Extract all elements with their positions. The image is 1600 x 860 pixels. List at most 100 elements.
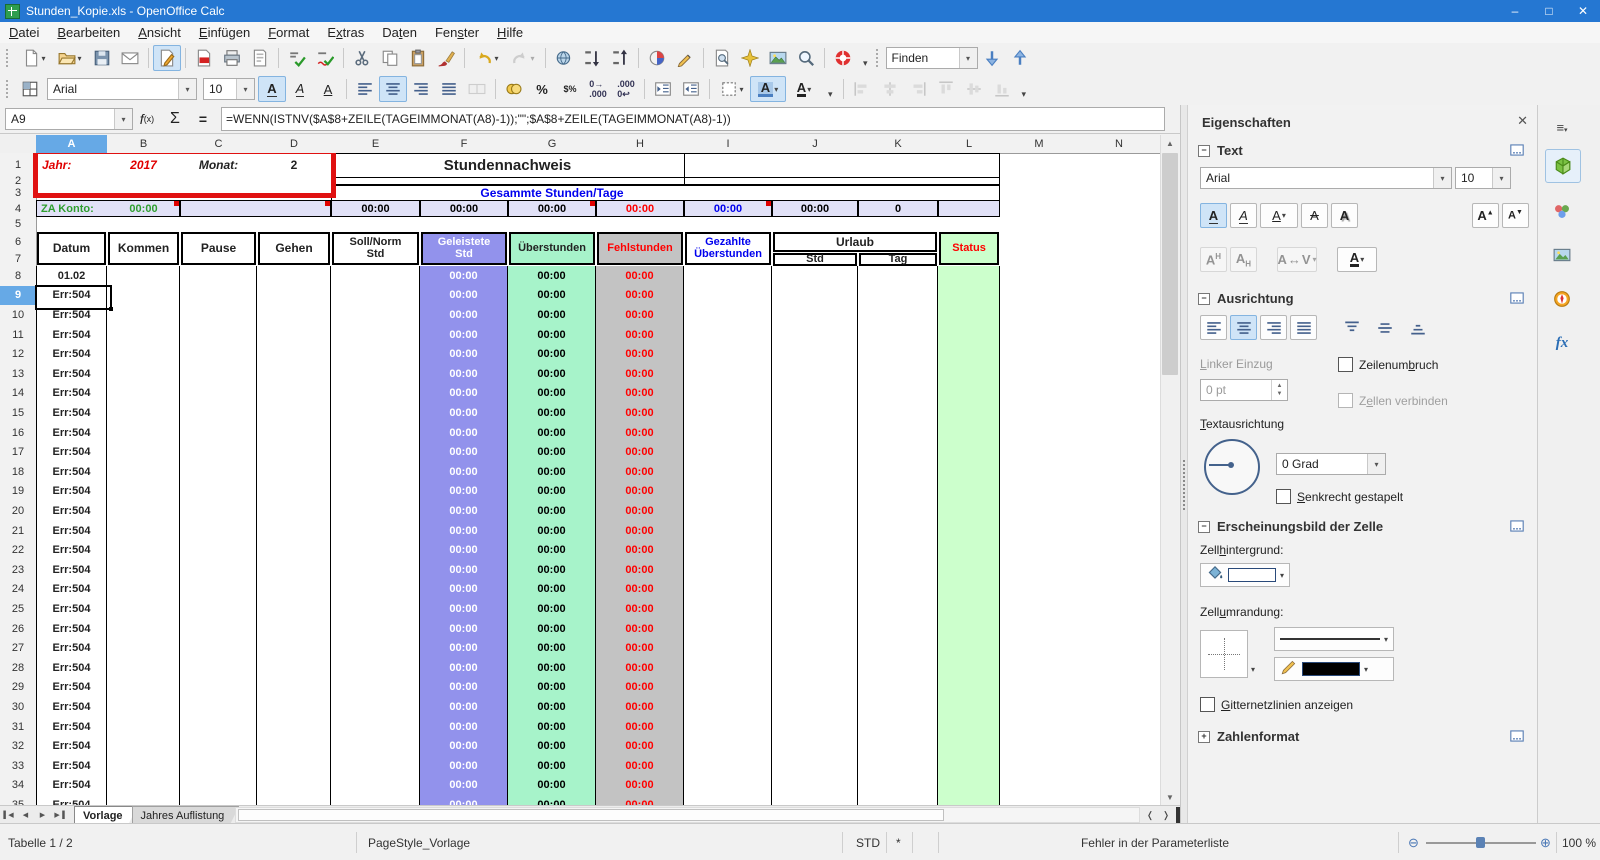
cell-L26[interactable] bbox=[938, 618, 1000, 640]
cell-H31[interactable]: 00:00 bbox=[596, 716, 684, 738]
cell-K12[interactable] bbox=[858, 344, 938, 365]
cell-H23[interactable]: 00:00 bbox=[596, 560, 684, 581]
cell-F20[interactable]: 00:00 bbox=[420, 501, 508, 522]
degrees-dropdown-icon[interactable]: ▾ bbox=[1367, 454, 1385, 474]
cell-K30[interactable] bbox=[858, 697, 938, 718]
cell-K19[interactable] bbox=[858, 481, 938, 503]
cell-H18[interactable]: 00:00 bbox=[596, 462, 684, 483]
cell-E19[interactable] bbox=[331, 481, 420, 503]
open-dropdown-icon[interactable]: ▾ bbox=[77, 54, 81, 63]
cell-J8[interactable] bbox=[772, 266, 858, 287]
background-color-button[interactable]: A ▾ bbox=[750, 76, 786, 102]
summary-cell-G[interactable]: 00:00 bbox=[508, 200, 596, 217]
cell-G25[interactable]: 00:00 bbox=[508, 599, 596, 620]
menu-format[interactable]: Format bbox=[259, 23, 318, 42]
cell-L17[interactable] bbox=[938, 442, 1000, 463]
cell-H32[interactable]: 00:00 bbox=[596, 736, 684, 757]
cell-D11[interactable] bbox=[257, 324, 331, 346]
scroll-right-icon[interactable]: ❭ bbox=[1158, 807, 1174, 823]
cell-E31[interactable] bbox=[331, 716, 420, 738]
cell-G12[interactable]: 00:00 bbox=[508, 344, 596, 365]
menu-datei[interactable]: Datei bbox=[0, 23, 48, 42]
shadow-button[interactable]: A bbox=[1331, 203, 1358, 228]
cell-B26[interactable] bbox=[107, 618, 180, 640]
cell-E29[interactable] bbox=[331, 677, 420, 699]
cell-A29[interactable]: Err:504 bbox=[36, 677, 107, 699]
cell-I34[interactable] bbox=[684, 775, 772, 797]
row-header-31[interactable]: 31 bbox=[0, 716, 37, 738]
borders-dropdown-icon[interactable]: ▾ bbox=[739, 85, 743, 94]
cell-D32[interactable] bbox=[257, 736, 331, 757]
row-header-7[interactable]: 7 bbox=[0, 252, 37, 267]
cell-A13[interactable]: Err:504 bbox=[36, 364, 107, 385]
cell-C10[interactable] bbox=[180, 305, 257, 326]
cell-E15[interactable] bbox=[331, 403, 420, 424]
cell-H30[interactable]: 00:00 bbox=[596, 697, 684, 718]
cell-C16[interactable] bbox=[180, 422, 257, 444]
maximize-button[interactable]: □ bbox=[1532, 0, 1566, 22]
border-line-style-button[interactable]: ▾ bbox=[1274, 627, 1395, 651]
close-button[interactable]: ✕ bbox=[1566, 0, 1600, 22]
collapse-icon[interactable]: − bbox=[1198, 292, 1210, 305]
header-gehen[interactable]: Gehen bbox=[258, 232, 330, 265]
cell-L10[interactable] bbox=[938, 305, 1000, 326]
alignment-dialog-launcher-icon[interactable] bbox=[1508, 289, 1526, 312]
hyperlink-button[interactable] bbox=[550, 45, 578, 71]
find-toolbar-handle[interactable] bbox=[875, 49, 881, 67]
cell-J19[interactable] bbox=[772, 481, 858, 503]
combo-dropdown-icon[interactable]: ▾ bbox=[236, 79, 254, 99]
column-header-M[interactable]: M bbox=[1000, 135, 1079, 154]
cell-G29[interactable]: 00:00 bbox=[508, 677, 596, 699]
align-left-button[interactable] bbox=[351, 76, 379, 102]
cell-B11[interactable] bbox=[107, 324, 180, 346]
header-datum[interactable]: Datum bbox=[37, 232, 106, 265]
stacked-checkbox[interactable]: Senkrecht gestapelt bbox=[1276, 489, 1403, 504]
cell-L29[interactable] bbox=[938, 677, 1000, 699]
cell-D16[interactable] bbox=[257, 422, 331, 444]
cell-C12[interactable] bbox=[180, 344, 257, 365]
row-header-18[interactable]: 18 bbox=[0, 462, 37, 483]
column-header-D[interactable]: D bbox=[257, 135, 332, 154]
row-header-12[interactable]: 12 bbox=[0, 344, 37, 365]
cell-D24[interactable] bbox=[257, 579, 331, 601]
cell-I11[interactable] bbox=[684, 324, 772, 346]
bold-button[interactable]: A bbox=[1200, 203, 1227, 228]
cell-E35[interactable] bbox=[331, 795, 420, 805]
cell-A25[interactable]: Err:504 bbox=[36, 599, 107, 620]
cell-F16[interactable]: 00:00 bbox=[420, 422, 508, 444]
valign-bottom-button[interactable] bbox=[1404, 315, 1431, 340]
cell-E34[interactable] bbox=[331, 775, 420, 797]
format-paintbrush-button[interactable] bbox=[432, 45, 460, 71]
row-header-16[interactable]: 16 bbox=[0, 422, 37, 444]
cell-B18[interactable] bbox=[107, 462, 180, 483]
cell-E16[interactable] bbox=[331, 422, 420, 444]
cell-C18[interactable] bbox=[180, 462, 257, 483]
selection-mode[interactable]: STD bbox=[856, 824, 880, 860]
row-header-30[interactable]: 30 bbox=[0, 697, 37, 718]
cell-I12[interactable] bbox=[684, 344, 772, 365]
header-status[interactable]: Status bbox=[939, 232, 999, 265]
cell-E18[interactable] bbox=[331, 462, 420, 483]
cell-K16[interactable] bbox=[858, 422, 938, 444]
menu-hilfe[interactable]: Hilfe bbox=[488, 23, 532, 42]
scroll-up-icon[interactable]: ▲ bbox=[1161, 135, 1179, 151]
sidebar-tab-functions[interactable]: fx bbox=[1545, 327, 1579, 359]
cell-L15[interactable] bbox=[938, 403, 1000, 424]
cell-E21[interactable] bbox=[331, 520, 420, 542]
cell-A15[interactable]: Err:504 bbox=[36, 403, 107, 424]
section-alignment[interactable]: − Ausrichtung bbox=[1198, 291, 1294, 306]
name-box[interactable]: A9 ▾ bbox=[5, 108, 133, 130]
cell-G34[interactable]: 00:00 bbox=[508, 775, 596, 797]
cell-D14[interactable] bbox=[257, 383, 331, 405]
cell-F32[interactable]: 00:00 bbox=[420, 736, 508, 757]
sum-button[interactable]: Σ bbox=[163, 108, 187, 130]
toolbar-overflow-icon[interactable]: ▾ bbox=[1022, 89, 1027, 102]
sidebar-tab-styles[interactable] bbox=[1545, 195, 1579, 227]
cell-B30[interactable] bbox=[107, 697, 180, 718]
cell-H33[interactable]: 00:00 bbox=[596, 756, 684, 777]
cell-F22[interactable]: 00:00 bbox=[420, 540, 508, 561]
cell-J22[interactable] bbox=[772, 540, 858, 561]
cell-G30[interactable]: 00:00 bbox=[508, 697, 596, 718]
cell-L32[interactable] bbox=[938, 736, 1000, 757]
cell-I17[interactable] bbox=[684, 442, 772, 463]
